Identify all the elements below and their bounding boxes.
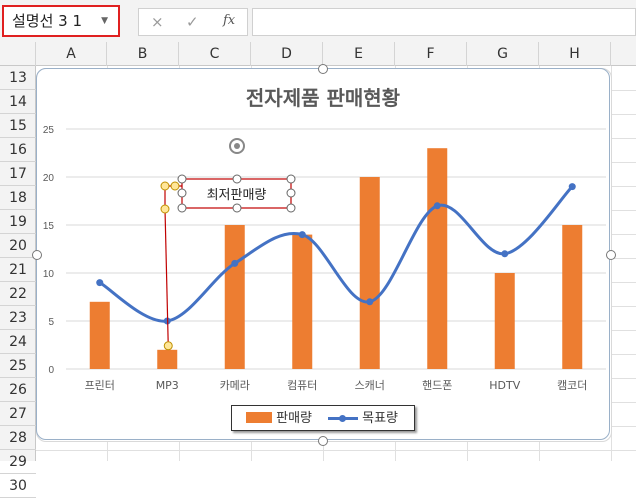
resize-handle[interactable]	[318, 436, 328, 446]
x-tick-label: HDTV	[489, 379, 520, 392]
x-tick-label: 프린터	[85, 379, 115, 392]
adjust-handle	[170, 181, 180, 191]
y-tick-label: 10	[43, 269, 55, 280]
adjust-handle	[160, 204, 170, 214]
chart-line-point	[568, 183, 576, 191]
resize-handle[interactable]	[606, 250, 616, 260]
selection-handle	[286, 188, 296, 198]
chart-bar	[89, 301, 110, 369]
chart-bar	[562, 225, 583, 369]
chart-legend[interactable]: 판매량 목표량	[231, 405, 415, 431]
callout-line	[164, 208, 169, 346]
x-tick-label: 스캐너	[355, 379, 385, 392]
resize-handle[interactable]	[318, 64, 328, 74]
y-tick-label: 20	[43, 173, 55, 184]
chart-bar	[157, 349, 178, 369]
selection-handle	[286, 174, 296, 184]
chart-bar	[427, 148, 448, 369]
chart-line-point	[501, 250, 509, 258]
x-tick-label: 컴퓨터	[287, 379, 317, 392]
rotate-handle-icon	[234, 143, 240, 149]
x-tick-label: 캠코더	[557, 379, 587, 392]
legend-label: 목표량	[362, 411, 399, 426]
chart-bar	[292, 234, 313, 369]
adjust-handle	[160, 181, 170, 191]
row-header-30[interactable]: 30	[0, 474, 36, 498]
legend-swatch-bar	[246, 412, 272, 423]
selection-handle	[177, 188, 187, 198]
chart-bar	[494, 273, 515, 369]
selection-handle	[232, 174, 242, 184]
legend-item-target: 목표량	[328, 409, 398, 429]
chart-line-point	[231, 259, 239, 267]
y-tick-label: 25	[43, 125, 55, 136]
callout-text: 최저판매량	[207, 188, 267, 203]
chart-line-point	[298, 231, 306, 239]
chart-line-point	[433, 202, 441, 210]
adjust-handle	[163, 341, 173, 351]
x-tick-label: MP3	[156, 379, 179, 392]
legend-item-sales: 판매량	[246, 409, 312, 429]
y-tick-label: 15	[43, 221, 55, 232]
legend-swatch-line	[328, 412, 358, 423]
y-tick-label: 5	[48, 317, 54, 328]
selection-handle	[177, 203, 187, 213]
x-tick-label: 카메라	[220, 379, 250, 392]
resize-handle[interactable]	[32, 250, 42, 260]
chart-line-point	[96, 279, 104, 287]
legend-label: 판매량	[276, 411, 313, 426]
selection-handle	[286, 203, 296, 213]
chart-line-point	[366, 298, 374, 306]
chart-bar	[359, 177, 380, 369]
selection-handle	[232, 203, 242, 213]
selection-handle	[177, 174, 187, 184]
x-tick-label: 핸드폰	[422, 379, 452, 392]
y-tick-label: 0	[48, 365, 54, 376]
chart-bar	[224, 225, 245, 369]
